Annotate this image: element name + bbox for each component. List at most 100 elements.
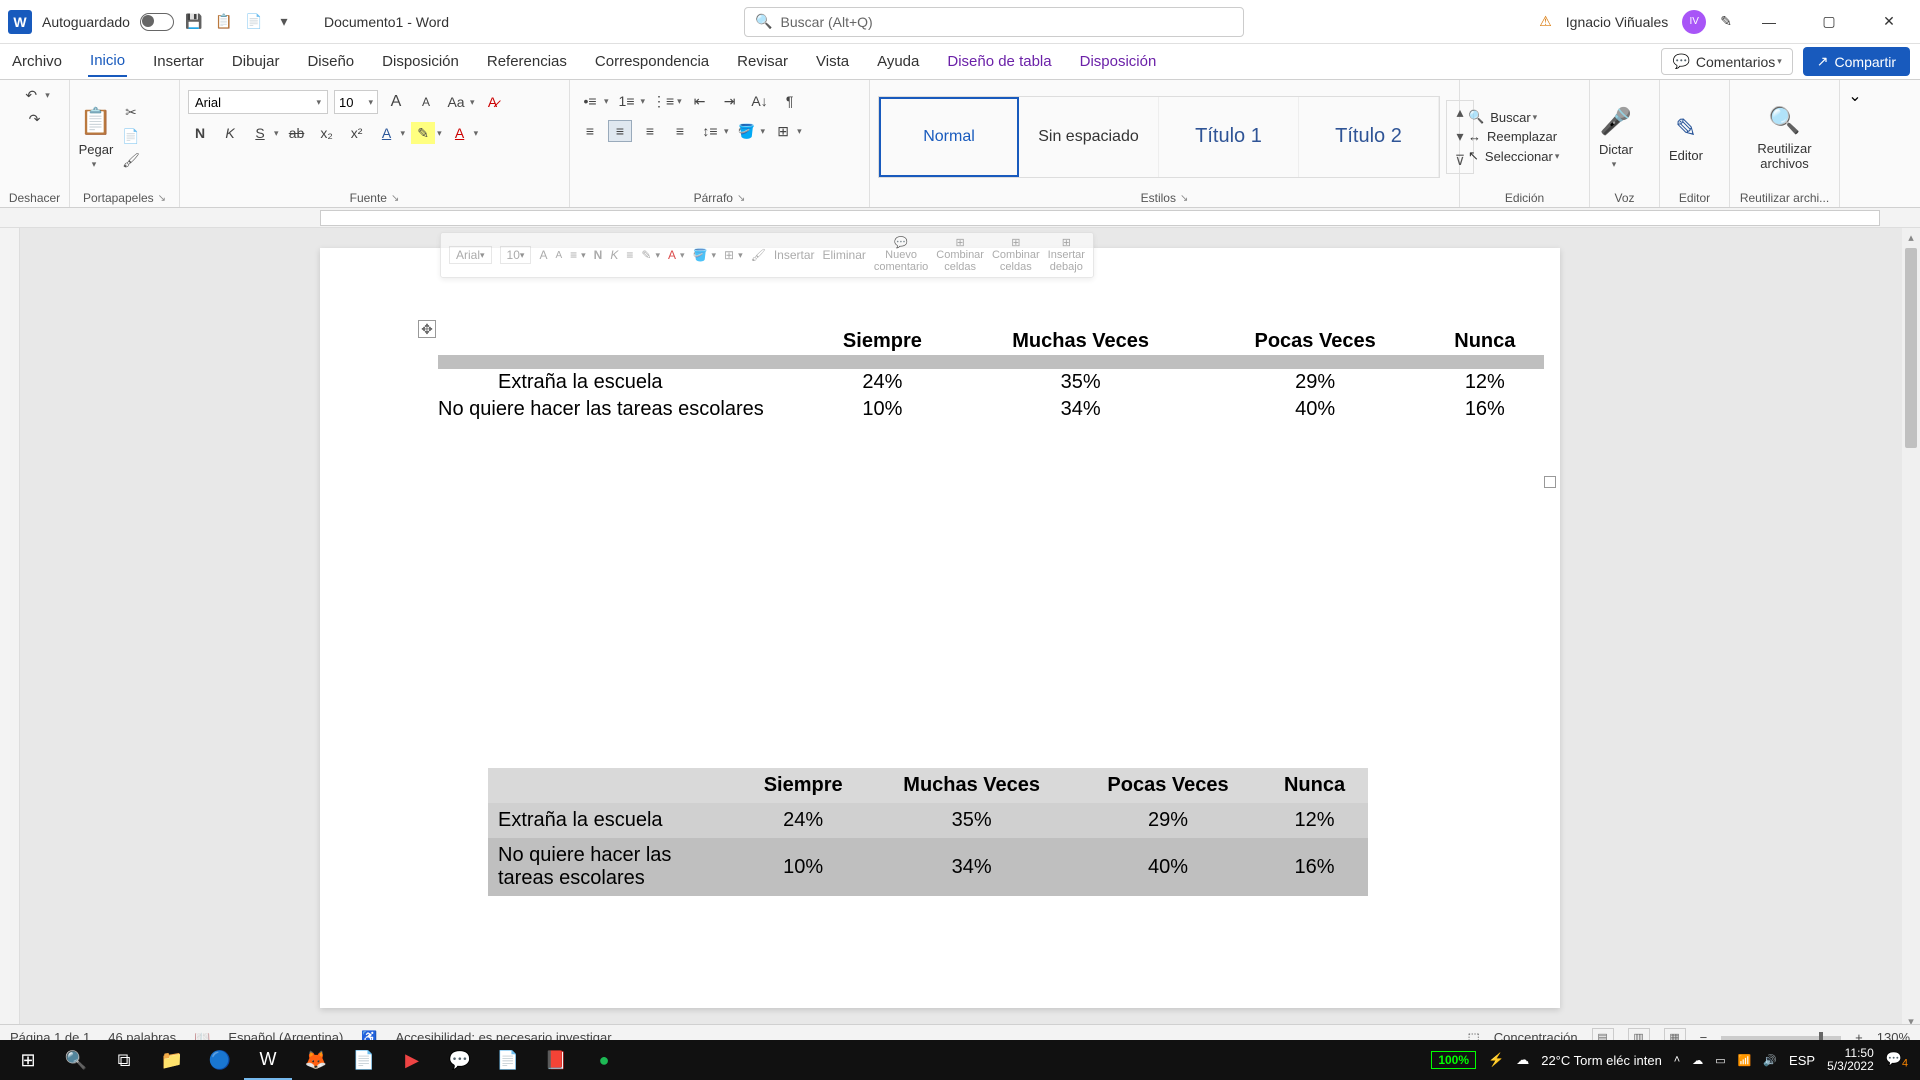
tray-battery-icon[interactable]: ▭ [1715, 1054, 1725, 1067]
weather-text[interactable]: 22°C Torm eléc inten [1541, 1053, 1662, 1068]
show-marks-icon[interactable]: ¶ [778, 90, 802, 112]
align-center-icon[interactable]: ≡ [608, 120, 632, 142]
t2-h3[interactable]: Pocas Veces [1075, 768, 1261, 803]
vertical-scrollbar[interactable]: ▴ ▾ [1902, 228, 1920, 1030]
numbering-icon[interactable]: 1≡ [615, 90, 639, 112]
t2-h0[interactable] [488, 768, 738, 803]
t1-r1-c1[interactable]: 10% [808, 396, 957, 423]
t2-r0-c3[interactable]: 29% [1075, 803, 1261, 838]
underline-button[interactable]: S [248, 122, 272, 144]
notepad-icon[interactable]: 📄 [340, 1040, 388, 1080]
t1-r1-c2[interactable]: 34% [957, 396, 1205, 423]
bold-button[interactable]: N [188, 122, 212, 144]
t1-r1-c3[interactable]: 40% [1205, 396, 1426, 423]
tab-ayuda[interactable]: Ayuda [875, 47, 921, 76]
table-row[interactable]: Extraña la escuela 24% 35% 29% 12% [438, 369, 1544, 396]
tab-dibujar[interactable]: Dibujar [230, 47, 282, 76]
spotify-icon[interactable]: ● [580, 1040, 628, 1080]
editor-button[interactable]: ✎Editor [1668, 110, 1704, 163]
scroll-thumb[interactable] [1905, 248, 1917, 448]
font-color-icon[interactable]: A [448, 122, 472, 144]
autosave-toggle[interactable] [140, 13, 174, 31]
battery-indicator[interactable]: 100% [1431, 1051, 1476, 1069]
italic-button[interactable]: K [218, 122, 242, 144]
qa-icon-1[interactable]: 📋 [214, 12, 234, 32]
select-button[interactable]: ↖Seleccionar▾ [1468, 148, 1559, 164]
tab-archivo[interactable]: Archivo [10, 47, 64, 76]
tray-up-icon[interactable]: ˄ [1674, 1054, 1680, 1066]
t2-r1-c1[interactable]: 10% [738, 838, 868, 896]
t1-h1[interactable]: Siempre [808, 328, 957, 355]
tab-diseno-tabla[interactable]: Diseño de tabla [945, 47, 1053, 76]
scroll-up-icon[interactable]: ▴ [1902, 228, 1920, 246]
t2-r0-c2[interactable]: 35% [868, 803, 1075, 838]
t1-r0-c3[interactable]: 29% [1205, 369, 1426, 396]
align-right-icon[interactable]: ≡ [638, 120, 662, 142]
justify-icon[interactable]: ≡ [668, 120, 692, 142]
chrome-icon[interactable]: 🔵 [196, 1040, 244, 1080]
page[interactable]: ✥ Siempre Muchas Veces Pocas Veces Nunca… [320, 248, 1560, 1008]
highlight-icon[interactable]: ✎ [411, 122, 435, 144]
t1-r0-c4[interactable]: 12% [1426, 369, 1544, 396]
t1-r1-c4[interactable]: 16% [1426, 396, 1544, 423]
launcher-icon[interactable]: ↘ [737, 193, 745, 204]
t2-r0-label[interactable]: Extraña la escuela [488, 803, 738, 838]
t1-sep[interactable] [438, 355, 1544, 369]
t2-r1-label[interactable]: No quiere hacer las tareas escolares [488, 838, 738, 896]
qa-dropdown-icon[interactable]: ▾ [274, 12, 294, 32]
search-button[interactable]: 🔍 [52, 1040, 100, 1080]
word-task-icon[interactable]: W [244, 1040, 292, 1080]
coming-soon-icon[interactable]: ✎ [1720, 13, 1732, 30]
subscript-button[interactable]: x₂ [315, 122, 339, 144]
clear-format-icon[interactable]: A̷ [481, 91, 505, 113]
table-resize-handle[interactable] [1544, 476, 1556, 488]
tab-disposicion-tabla[interactable]: Disposición [1078, 47, 1159, 76]
keyboard-lang[interactable]: ESP [1789, 1053, 1815, 1068]
table-row[interactable]: No quiere hacer las tareas escolares 10%… [488, 838, 1368, 896]
replace-button[interactable]: ↔Reemplazar [1468, 129, 1559, 144]
font-size-select[interactable]: 10▾ [334, 90, 378, 114]
vertical-ruler[interactable] [0, 228, 20, 1030]
tab-insertar[interactable]: Insertar [151, 47, 206, 76]
redo-icon[interactable]: ↷ [23, 108, 47, 130]
tab-diseno[interactable]: Diseño [305, 47, 356, 76]
launcher-icon[interactable]: ↘ [1180, 193, 1188, 204]
close-button[interactable]: ✕ [1866, 6, 1912, 38]
multilevel-icon[interactable]: ⋮≡ [651, 90, 675, 112]
start-button[interactable]: ⊞ [4, 1040, 52, 1080]
decrease-font-icon[interactable]: A [414, 91, 438, 113]
explorer-icon[interactable]: 📁 [148, 1040, 196, 1080]
copy-icon[interactable]: 📄 [120, 127, 142, 147]
t1-r1-label[interactable]: No quiere hacer las tareas escolares [438, 396, 808, 423]
font-name-select[interactable]: Arial▾ [188, 90, 328, 114]
styles-gallery[interactable]: Normal Sin espaciado Título 1 Título 2 [878, 96, 1440, 178]
align-left-icon[interactable]: ≡ [578, 120, 602, 142]
anydesk-icon[interactable]: ▶ [388, 1040, 436, 1080]
indent-inc-icon[interactable]: ⇥ [718, 90, 742, 112]
t2-r1-c3[interactable]: 40% [1075, 838, 1261, 896]
tab-revisar[interactable]: Revisar [735, 47, 790, 76]
pdf-icon[interactable]: 📕 [532, 1040, 580, 1080]
save-icon[interactable]: 💾 [184, 12, 204, 32]
table-1[interactable]: Siempre Muchas Veces Pocas Veces Nunca E… [438, 328, 1544, 423]
table-row[interactable]: Extraña la escuela 24% 35% 29% 12% [488, 803, 1368, 838]
t2-r0-c1[interactable]: 24% [738, 803, 868, 838]
share-button[interactable]: ↗ Compartir [1803, 47, 1910, 76]
borders-icon[interactable]: ⊞ [771, 120, 795, 142]
task-view-button[interactable]: ⧉ [100, 1040, 148, 1080]
indent-dec-icon[interactable]: ⇤ [688, 90, 712, 112]
text-effects-icon[interactable]: A [375, 122, 399, 144]
tray-volume-icon[interactable]: 🔊 [1763, 1054, 1777, 1067]
t1-h4[interactable]: Nunca [1426, 328, 1544, 355]
minimize-button[interactable]: — [1746, 6, 1792, 38]
superscript-button[interactable]: x² [345, 122, 369, 144]
style-normal[interactable]: Normal [879, 97, 1019, 177]
t1-h2[interactable]: Muchas Veces [957, 328, 1205, 355]
qa-icon-2[interactable]: 📄 [244, 12, 264, 32]
clock[interactable]: 11:50 5/3/2022 [1827, 1047, 1874, 1073]
t2-r1-c4[interactable]: 16% [1261, 838, 1368, 896]
launcher-icon[interactable]: ↘ [158, 193, 166, 204]
tray-wifi-icon[interactable]: 📶 [1738, 1054, 1752, 1067]
tab-vista[interactable]: Vista [814, 47, 851, 76]
t2-h1[interactable]: Siempre [738, 768, 868, 803]
